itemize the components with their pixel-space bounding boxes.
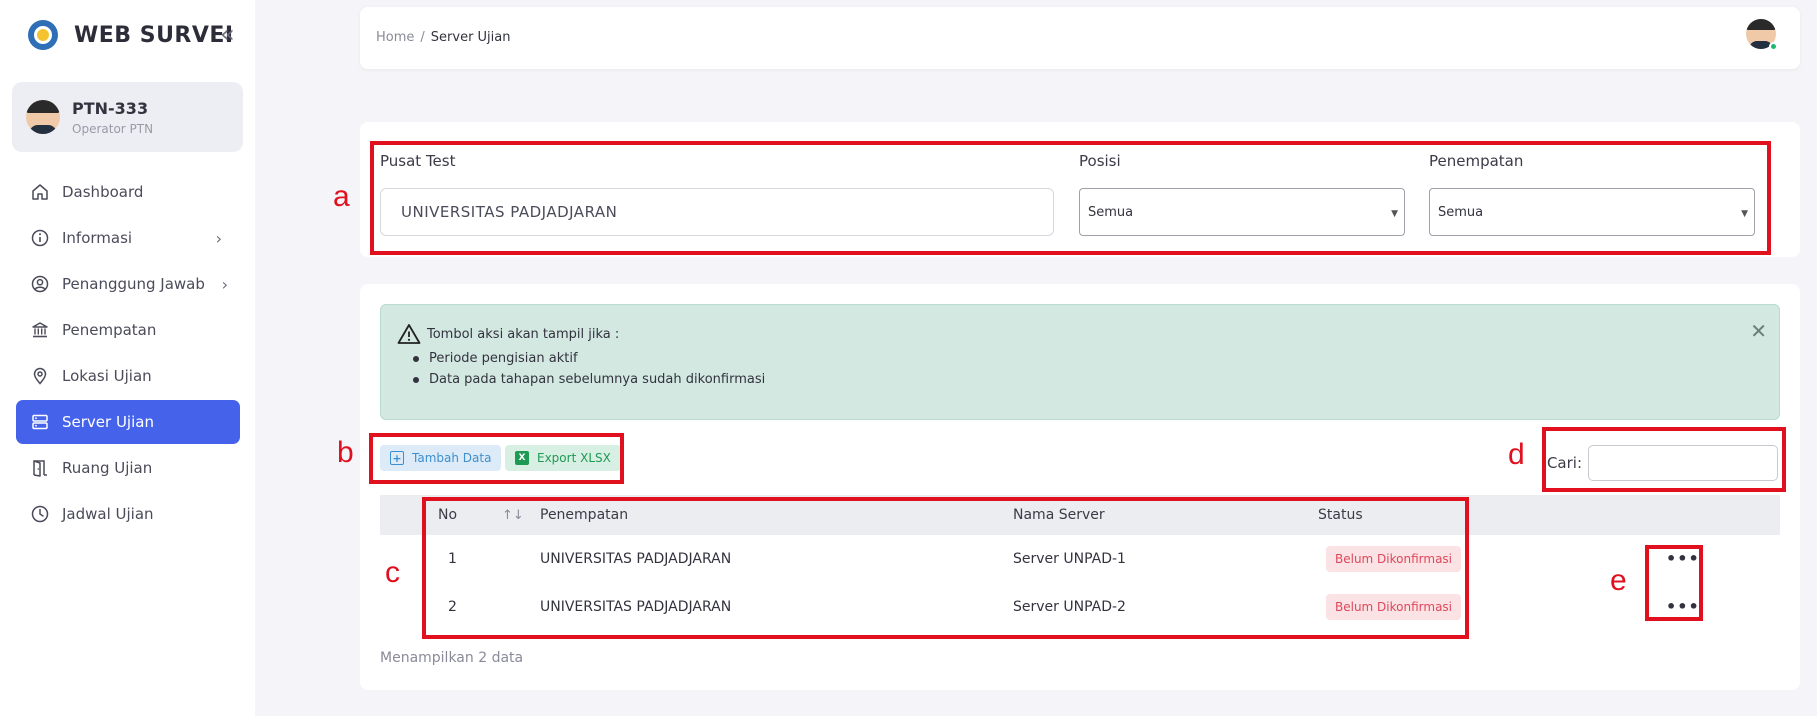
breadcrumb: Home / Server Ujian (376, 30, 511, 45)
alert-list-item: Data pada tahapan sebelumnya sudah dikon… (413, 372, 765, 387)
sidebar-item-label: Penanggung Jawab (62, 275, 205, 293)
close-icon[interactable]: ✕ (1750, 321, 1767, 341)
user-role: Operator PTN (72, 121, 154, 136)
annotation-box-c (422, 497, 1469, 639)
annotation-label-a: a (333, 180, 350, 213)
double-chevron-left-icon[interactable]: « (220, 22, 235, 46)
sidebar-item-lokasi-ujian[interactable]: Lokasi Ujian (16, 354, 240, 398)
breadcrumb-home[interactable]: Home (376, 30, 414, 45)
annotation-box-d (1542, 427, 1786, 492)
sidebar-item-informasi[interactable]: Informasi › (16, 216, 240, 260)
alert-title: Tombol aksi akan tampil jika : (427, 327, 620, 342)
annotation-label-b: b (337, 436, 354, 469)
bank-icon (30, 320, 50, 340)
annotation-box-a (370, 141, 1771, 255)
home-icon (30, 182, 50, 202)
table-info: Menampilkan 2 data (380, 650, 524, 666)
online-status-icon (1769, 42, 1778, 51)
sidebar-item-server-ujian[interactable]: Server Ujian (16, 400, 240, 444)
sidebar-nav: Dashboard Informasi › Penanggung Jawab ›… (16, 170, 240, 538)
sidebar-item-label: Penempatan (62, 321, 157, 339)
user-info: PTN-333 Operator PTN (72, 99, 153, 136)
user-card[interactable]: PTN-333 Operator PTN (12, 82, 243, 152)
alert-item-text: Data pada tahapan sebelumnya sudah dikon… (429, 372, 766, 387)
brand-title: WEB SURVEI (74, 22, 234, 48)
annotation-label-e: e (1610, 564, 1627, 597)
sidebar: WEB SURVEI « PTN-333 Operator PTN Dashbo… (0, 0, 255, 716)
user-circle-icon (30, 274, 50, 294)
breadcrumb-separator: / (420, 30, 425, 45)
breadcrumb-current: Server Ujian (430, 30, 511, 45)
alert-list-item: Periode pengisian aktif (413, 351, 765, 366)
chevron-right-icon: › (221, 274, 228, 294)
sidebar-item-label: Informasi (62, 229, 133, 247)
sidebar-item-ruang-ujian[interactable]: Ruang Ujian (16, 446, 240, 490)
sidebar-item-jadwal-ujian[interactable]: Jadwal Ujian (16, 492, 240, 536)
alert-item-text: Periode pengisian aktif (429, 351, 578, 366)
server-icon (30, 412, 50, 432)
chevron-right-icon: › (215, 228, 222, 248)
sidebar-item-dashboard[interactable]: Dashboard (16, 170, 240, 214)
sidebar-item-label: Jadwal Ujian (62, 505, 154, 523)
annotation-label-d: d (1508, 438, 1525, 471)
brand: WEB SURVEI (28, 20, 234, 50)
info-icon (30, 228, 50, 248)
info-alert: Tombol aksi akan tampil jika : Periode p… (380, 304, 1780, 420)
user-name: PTN-333 (72, 98, 149, 118)
sidebar-item-label: Lokasi Ujian (62, 367, 152, 385)
clock-icon (30, 504, 50, 524)
annotation-label-c: c (385, 556, 400, 589)
brand-logo-icon (28, 20, 58, 50)
sidebar-item-penanggung-jawab[interactable]: Penanggung Jawab › (16, 262, 240, 306)
profile-avatar[interactable] (1744, 19, 1778, 57)
sidebar-item-penempatan[interactable]: Penempatan (16, 308, 240, 352)
sidebar-item-label: Server Ujian (62, 413, 154, 431)
annotation-box-b (369, 433, 624, 484)
top-bar: Home / Server Ujian (360, 7, 1800, 69)
door-icon (30, 458, 50, 478)
sidebar-item-label: Ruang Ujian (62, 459, 153, 477)
sidebar-item-label: Dashboard (62, 183, 144, 201)
avatar (26, 100, 60, 134)
alert-list: Periode pengisian aktif Data pada tahapa… (413, 351, 765, 393)
annotation-box-e (1645, 545, 1703, 621)
map-pin-icon (30, 366, 50, 386)
warning-icon (397, 323, 421, 345)
